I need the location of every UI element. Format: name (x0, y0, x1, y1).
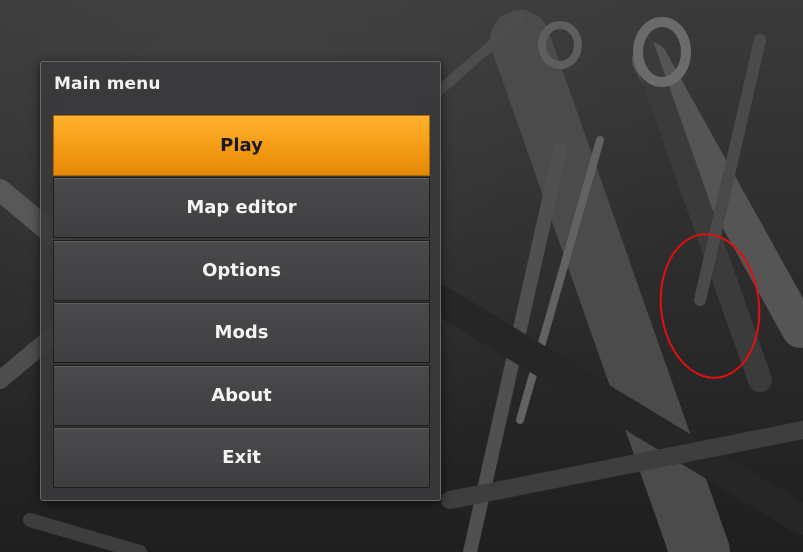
game-screen: Main menu Play Map editor Options Mods A… (0, 0, 803, 552)
map-editor-button[interactable]: Map editor (53, 177, 430, 238)
about-button[interactable]: About (53, 365, 430, 426)
mods-button-label: Mods (214, 322, 269, 343)
options-button-label: Options (202, 260, 281, 281)
play-button-label: Play (220, 135, 263, 156)
mods-button[interactable]: Mods (53, 302, 430, 363)
about-button-label: About (211, 385, 272, 406)
play-button[interactable]: Play (53, 115, 430, 176)
main-menu-panel: Main menu Play Map editor Options Mods A… (40, 61, 441, 501)
menu-title: Main menu (54, 74, 161, 94)
exit-button[interactable]: Exit (53, 427, 430, 488)
options-button[interactable]: Options (53, 240, 430, 301)
exit-button-label: Exit (222, 447, 261, 468)
map-editor-button-label: Map editor (186, 197, 297, 218)
